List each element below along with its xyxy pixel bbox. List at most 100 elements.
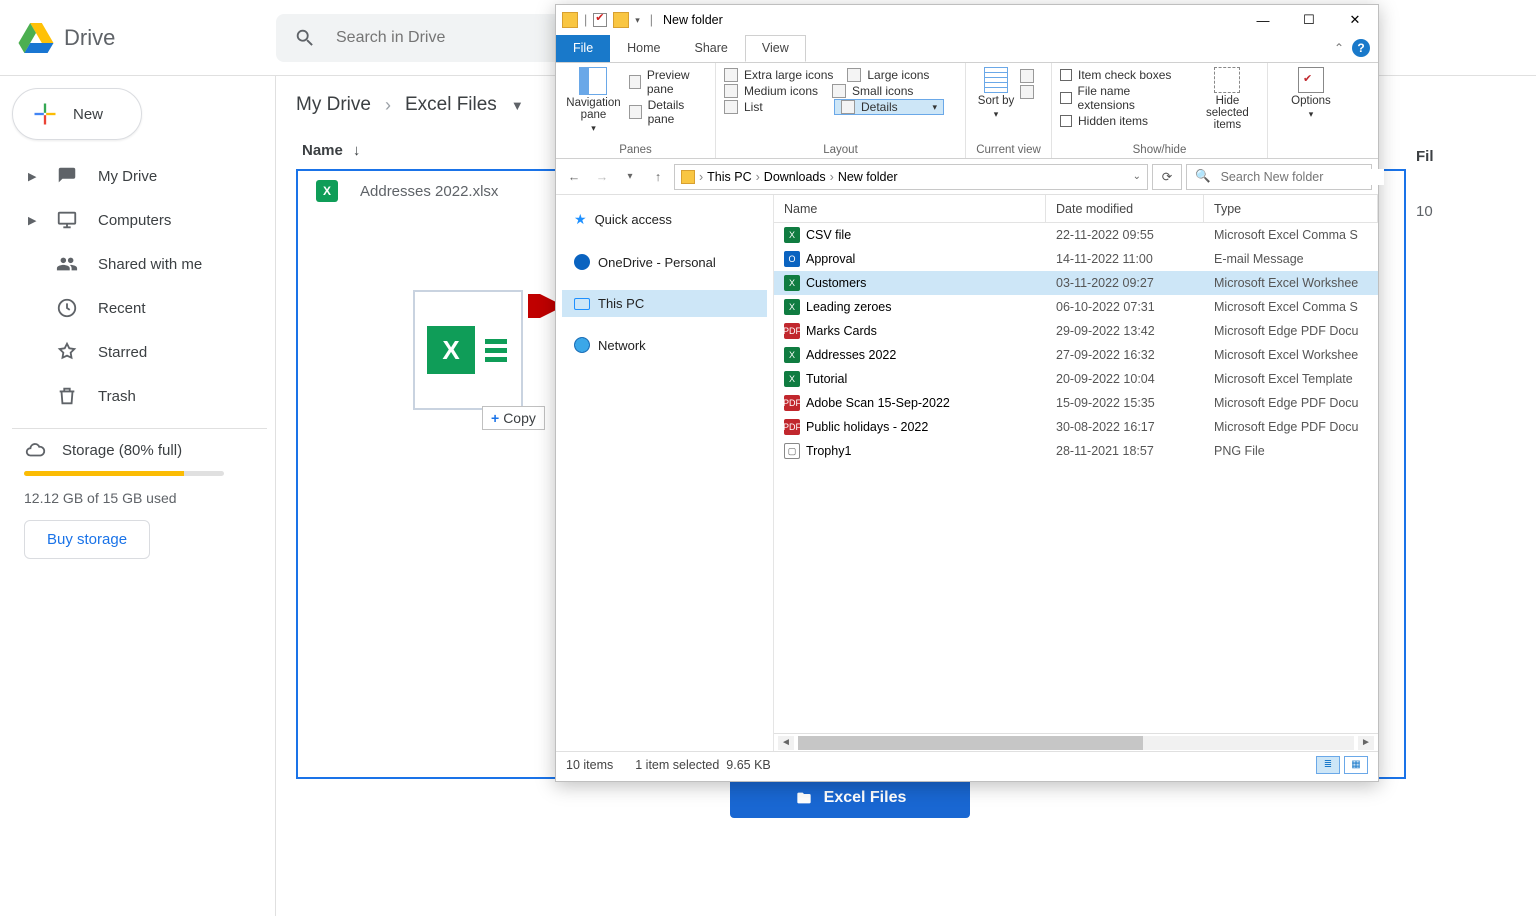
file-row[interactable]: PDFPublic holidays - 202230-08-2022 16:1… (774, 415, 1378, 439)
tree-onedrive[interactable]: OneDrive - Personal (562, 248, 767, 276)
drag-copy-tooltip: +Copy (482, 406, 545, 430)
folder-qat-icon[interactable] (562, 12, 578, 28)
layout-extra-large[interactable]: Extra large icons (724, 67, 833, 83)
xls-file-icon: X (784, 275, 800, 291)
file-name: Trophy1 (806, 444, 851, 458)
file-type: Microsoft Edge PDF Docu (1204, 396, 1378, 410)
file-type: Microsoft Excel Workshee (1204, 348, 1378, 362)
folder-icon (794, 790, 814, 806)
sidebar-item-shared[interactable]: ▶Shared with me (12, 242, 267, 286)
layout-small[interactable]: Small icons (832, 83, 913, 99)
col-header-date[interactable]: Date modified (1046, 195, 1204, 222)
file-name: CSV file (806, 228, 851, 242)
file-row[interactable]: XCustomers03-11-2022 09:27Microsoft Exce… (774, 271, 1378, 295)
sidebar-item-trash[interactable]: ▶Trash (12, 374, 267, 418)
chevron-down-icon[interactable]: ▼ (511, 98, 524, 113)
file-date: 29-09-2022 13:42 (1046, 324, 1204, 338)
details-pane-button[interactable]: Details pane (629, 97, 707, 127)
new-button[interactable]: New (12, 88, 142, 140)
file-name: Public holidays - 2022 (806, 420, 928, 434)
tree-network[interactable]: Network (562, 331, 767, 359)
sidebar-item-recent[interactable]: ▶Recent (12, 286, 267, 330)
file-list-rows: XCSV file22-11-2022 09:55Microsoft Excel… (774, 223, 1378, 733)
layout-medium[interactable]: Medium icons (724, 83, 818, 99)
refresh-button[interactable]: ⟳ (1152, 164, 1182, 190)
tab-share[interactable]: Share (678, 35, 745, 62)
folder-qat-icon-2[interactable] (613, 12, 629, 28)
pdf-file-icon: PDF (784, 395, 800, 411)
storage-label[interactable]: Storage (80% full) (12, 439, 267, 461)
drive-logo[interactable]: Drive (16, 18, 276, 58)
explorer-titlebar[interactable]: | ▾ | New folder — ☐ ✕ (556, 5, 1378, 35)
explorer-nav-row: ← → ▾ ↑ › This PC› Downloads› New folder… (556, 159, 1378, 195)
ribbon-collapse-icon[interactable]: ⌃ (1334, 41, 1344, 55)
tab-view[interactable]: View (745, 35, 806, 62)
file-name: Addresses 2022 (806, 348, 896, 362)
sidebar-item-starred[interactable]: ▶Starred (12, 330, 267, 374)
file-row[interactable]: OApproval14-11-2022 11:00E-mail Message (774, 247, 1378, 271)
file-row[interactable]: PDFMarks Cards29-09-2022 13:42Microsoft … (774, 319, 1378, 343)
scroll-left-button[interactable]: ◄ (778, 736, 794, 750)
layout-large[interactable]: Large icons (847, 67, 929, 83)
excel-file-icon: X (316, 180, 338, 202)
item-check-boxes[interactable]: Item check boxes (1060, 67, 1186, 83)
crumb-root[interactable]: My Drive (296, 94, 371, 116)
options-button[interactable]: ✔ Options▾ (1276, 67, 1346, 120)
nav-back-button[interactable]: ← (562, 165, 586, 189)
scroll-thumb[interactable] (798, 736, 1143, 750)
arrow-down-icon: ↓ (353, 142, 361, 159)
preview-pane-button[interactable]: Preview pane (629, 67, 707, 97)
sort-by-button[interactable]: Sort by▾ (974, 67, 1018, 120)
storage-bar (24, 471, 224, 476)
address-history-dropdown[interactable]: ⌄ (1133, 171, 1141, 182)
properties-qat-icon[interactable] (593, 13, 607, 27)
size-columns-icon[interactable] (1020, 85, 1034, 99)
tab-home[interactable]: Home (610, 35, 677, 62)
file-row[interactable]: PDFAdobe Scan 15-Sep-202215-09-2022 15:3… (774, 391, 1378, 415)
nav-recent-dropdown[interactable]: ▾ (618, 165, 642, 189)
minimize-button[interactable]: — (1240, 5, 1286, 35)
search-icon (294, 27, 316, 49)
crumb-current[interactable]: Excel Files (405, 94, 497, 116)
file-row[interactable]: XAddresses 202227-09-2022 16:32Microsoft… (774, 343, 1378, 367)
file-date: 14-11-2022 11:00 (1046, 252, 1204, 266)
add-columns-icon[interactable] (1020, 69, 1034, 83)
drive-icon (16, 18, 56, 58)
layout-list[interactable]: List (724, 99, 820, 115)
help-icon[interactable]: ? (1352, 39, 1370, 57)
explorer-search-input[interactable] (1219, 169, 1384, 185)
nav-up-button[interactable]: ↑ (646, 165, 670, 189)
pdf-file-icon: PDF (784, 323, 800, 339)
hidden-items[interactable]: Hidden items (1060, 113, 1186, 129)
navigation-pane-button[interactable]: Navigation pane▾ (564, 67, 623, 134)
close-button[interactable]: ✕ (1332, 5, 1378, 35)
file-name-extensions[interactable]: File name extensions (1060, 83, 1186, 113)
ribbon-tabs: File Home Share View ⌃ ? (556, 35, 1378, 63)
col-header-type[interactable]: Type (1204, 195, 1378, 222)
buy-storage-button[interactable]: Buy storage (24, 520, 150, 559)
maximize-button[interactable]: ☐ (1286, 5, 1332, 35)
window-title: New folder (663, 13, 723, 27)
hide-selected-button[interactable]: Hide selected items (1196, 67, 1259, 131)
qat-dropdown-icon[interactable]: ▾ (635, 15, 640, 26)
tree-quick-access[interactable]: ★Quick access (562, 205, 767, 234)
tree-this-pc[interactable]: This PC (562, 290, 767, 317)
details-view-toggle[interactable]: ≣ (1316, 756, 1340, 774)
explorer-search[interactable]: 🔍 (1186, 164, 1372, 190)
folder-path-icon (681, 170, 695, 184)
col-header-name[interactable]: Name (774, 195, 1046, 222)
horizontal-scrollbar[interactable]: ◄ ► (774, 733, 1378, 751)
layout-details[interactable]: Details▾ (834, 99, 944, 115)
file-row[interactable]: ▢Trophy128-11-2021 18:57PNG File (774, 439, 1378, 463)
file-row[interactable]: XCSV file22-11-2022 09:55Microsoft Excel… (774, 223, 1378, 247)
sidebar-item-my-drive[interactable]: ▶My Drive (12, 154, 267, 198)
address-bar[interactable]: › This PC› Downloads› New folder ⌄ (674, 164, 1148, 190)
sidebar-item-computers[interactable]: ▶Computers (12, 198, 267, 242)
drop-target-pill: Excel Files (730, 778, 970, 818)
file-row[interactable]: XLeading zeroes06-10-2022 07:31Microsoft… (774, 295, 1378, 319)
thumbnails-view-toggle[interactable]: ▦ (1344, 756, 1368, 774)
tab-file[interactable]: File (556, 35, 610, 62)
file-row[interactable]: XTutorial20-09-2022 10:04Microsoft Excel… (774, 367, 1378, 391)
scroll-right-button[interactable]: ► (1358, 736, 1374, 750)
nav-forward-button[interactable]: → (590, 165, 614, 189)
